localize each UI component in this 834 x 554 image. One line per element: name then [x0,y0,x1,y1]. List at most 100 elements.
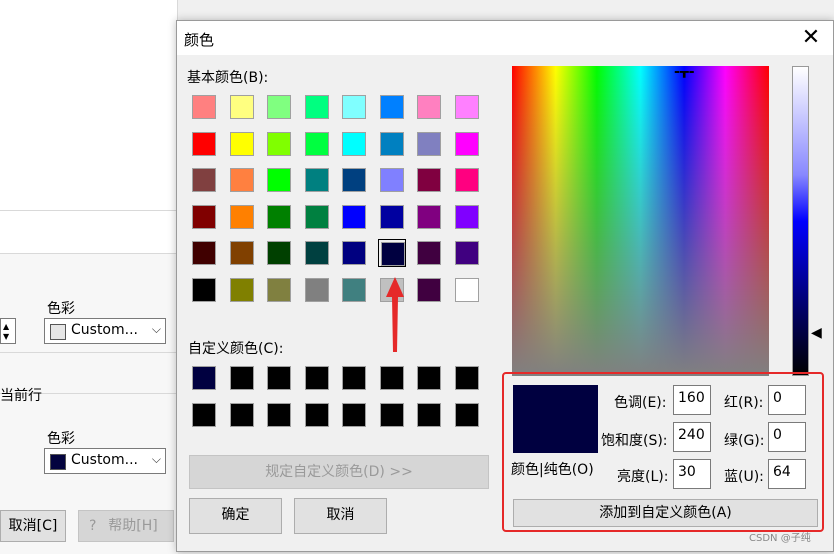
color-swatch[interactable] [340,203,368,231]
color-swatch[interactable] [303,130,331,158]
color-swatch[interactable] [303,166,331,194]
color-swatch[interactable] [378,203,406,231]
crosshair-icon: -ᚁ- [674,64,695,80]
color-swatch[interactable] [190,401,218,429]
color-combo-1[interactable]: Custom... ⌵ [44,318,166,344]
swatch-fill [342,366,366,390]
swatch-fill [267,95,291,119]
color-swatch[interactable] [190,166,218,194]
color-swatch[interactable] [303,93,331,121]
color-swatch[interactable] [378,401,406,429]
color-swatch[interactable] [415,203,443,231]
color-swatch [50,324,66,340]
color-combo-2[interactable]: Custom... ⌵ [44,448,166,474]
color-swatch[interactable] [377,239,406,267]
luminance-pointer-icon[interactable]: ◀ [811,325,822,341]
hue-saturation-spectrum[interactable] [512,66,769,376]
color-swatch[interactable] [228,203,256,231]
color-swatch[interactable] [453,401,481,429]
color-swatch[interactable] [265,239,293,267]
color-swatch[interactable] [190,364,218,392]
color-swatch[interactable] [453,276,481,304]
color-swatch[interactable] [378,364,406,392]
color-swatch[interactable] [340,130,368,158]
color-swatch[interactable] [340,239,368,267]
color-swatch[interactable] [453,239,481,267]
swatch-fill [342,168,366,192]
swatch-fill [192,168,216,192]
color-swatch[interactable] [453,203,481,231]
cancel-button[interactable]: 取消 [294,498,387,534]
color-swatch[interactable] [415,130,443,158]
color-swatch[interactable] [415,276,443,304]
color-swatch[interactable] [340,401,368,429]
color-swatch[interactable] [415,239,443,267]
color-swatch[interactable] [303,364,331,392]
color-swatch[interactable] [228,276,256,304]
color-swatch[interactable] [265,364,293,392]
color-swatch[interactable] [378,130,406,158]
color-swatch[interactable] [303,401,331,429]
help-button[interactable]: ? 帮助[H] [78,510,174,542]
color-swatch[interactable] [265,401,293,429]
color-swatch[interactable] [303,203,331,231]
swatch-fill [454,168,479,192]
color-swatch[interactable] [415,166,443,194]
color-swatch[interactable] [340,93,368,121]
color-swatch[interactable] [228,93,256,121]
swatch-fill [229,131,254,156]
color-swatch[interactable] [453,130,481,158]
color-swatch[interactable] [340,276,368,304]
close-button[interactable]: ✕ [791,23,831,53]
color-swatch[interactable] [190,239,218,267]
luminance-slider[interactable] [792,66,809,376]
color-swatch[interactable] [190,276,218,304]
spinner-control[interactable]: ▲ ▼ [0,318,16,344]
color-swatch [50,454,66,470]
color-swatch[interactable] [228,239,256,267]
swatch-fill [380,242,405,266]
swatch-fill [229,168,254,192]
color-dialog: 颜色 ✕ 基本颜色(B): 自定义颜色(C): 规定自定义颜色(D) >> 确定… [176,20,834,552]
annotation-arrow-icon [386,277,404,352]
color-swatch[interactable] [228,364,256,392]
swatch-fill [342,241,366,265]
color-swatch[interactable] [265,276,293,304]
swatch-fill [342,131,366,156]
background-cancel-button[interactable]: 取消[C] [0,510,66,542]
color-swatch[interactable] [453,364,481,392]
color-swatch[interactable] [228,166,256,194]
color-swatch[interactable] [228,130,256,158]
color-swatch[interactable] [340,364,368,392]
color-swatch[interactable] [190,130,218,158]
color-swatch[interactable] [415,401,443,429]
color-swatch[interactable] [190,203,218,231]
define-custom-colors-button[interactable]: 规定自定义颜色(D) >> [189,455,489,489]
color-swatch[interactable] [378,166,406,194]
color-swatch[interactable] [415,364,443,392]
combo-value: Custom... [71,322,138,338]
color-swatch[interactable] [415,93,443,121]
color-swatch[interactable] [265,130,293,158]
swatch-fill [342,95,366,119]
swatch-fill [192,131,216,156]
color-swatch[interactable] [190,93,218,121]
color-swatch[interactable] [265,93,293,121]
swatch-fill [454,131,479,156]
swatch-fill [304,366,329,390]
ok-button[interactable]: 确定 [189,498,282,534]
color-swatch[interactable] [453,166,481,194]
color-swatch[interactable] [303,276,331,304]
color-swatch[interactable] [340,166,368,194]
swatch-fill [192,241,216,265]
combo-value: Custom... [71,452,138,468]
swatch-fill [342,402,366,427]
color-swatch[interactable] [265,203,293,231]
swatch-fill [379,402,404,427]
color-swatch[interactable] [303,239,331,267]
chevron-down-icon: ⌵ [151,452,161,466]
color-swatch[interactable] [378,93,406,121]
color-swatch[interactable] [228,401,256,429]
color-swatch[interactable] [453,93,481,121]
color-swatch[interactable] [265,166,293,194]
